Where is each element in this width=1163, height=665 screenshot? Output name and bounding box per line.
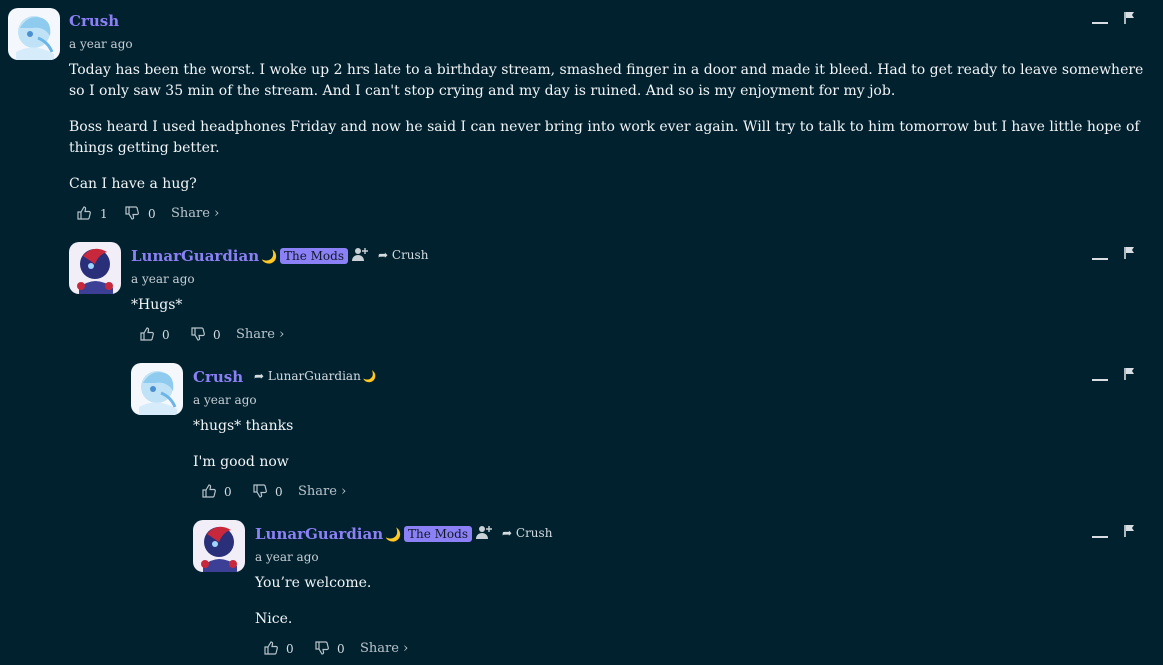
like-button[interactable] — [201, 483, 217, 499]
minimize-icon[interactable] — [1092, 379, 1108, 381]
add-user-icon[interactable] — [475, 524, 493, 540]
lunarguardian-avatar-image — [69, 242, 121, 294]
dislike-button[interactable] — [252, 483, 268, 499]
avatar[interactable] — [193, 520, 245, 572]
lunarguardian-avatar-image — [193, 520, 245, 572]
mod-badge: The Mods — [404, 526, 472, 542]
share-button[interactable]: Share › — [236, 327, 284, 342]
mod-badge: The Mods — [280, 248, 348, 264]
author-name[interactable]: Crush — [69, 12, 119, 30]
minimize-icon[interactable] — [1092, 258, 1108, 260]
comment-actions: 0 0 Share › — [139, 326, 339, 344]
moon-icon: 🌙 — [261, 250, 278, 265]
like-button[interactable] — [263, 640, 279, 656]
moon-icon: 🌙 — [385, 528, 402, 543]
dislike-count: 0 — [148, 207, 156, 221]
dislike-count: 0 — [275, 485, 283, 499]
thumbs-up-icon — [77, 206, 91, 220]
comment-actions: 0 0 Share › — [263, 640, 463, 658]
like-count: 0 — [286, 642, 294, 656]
reply-to-name: LunarGuardian — [267, 369, 361, 383]
thumbs-down-icon — [125, 206, 139, 220]
like-count: 0 — [224, 485, 232, 499]
moon-icon: 🌙 — [362, 370, 377, 383]
author-name[interactable]: LunarGuardian 🌙 — [131, 247, 277, 265]
dislike-count: 0 — [213, 328, 221, 342]
flag-icon[interactable] — [1124, 524, 1136, 538]
crush-avatar-image — [131, 363, 183, 415]
reply-to[interactable]: ➦ Crush — [378, 248, 428, 262]
like-count: 1 — [100, 207, 108, 221]
crush-avatar-image — [8, 8, 60, 60]
author-name[interactable]: LunarGuardian 🌙 — [255, 525, 401, 543]
share-button[interactable]: Share › — [298, 484, 346, 499]
flag-icon[interactable] — [1124, 246, 1136, 260]
comment-paragraph: Can I have a hug? — [69, 176, 197, 192]
like-button[interactable] — [76, 205, 92, 221]
reply-arrow-icon: ➦ — [254, 369, 265, 383]
comment-paragraph: You’re welcome. — [255, 575, 372, 591]
comment-actions: 0 0 Share › — [201, 483, 401, 501]
dislike-button[interactable] — [124, 205, 140, 221]
thumbs-up-icon — [264, 641, 278, 655]
dislike-button[interactable] — [314, 640, 330, 656]
like-button[interactable] — [139, 326, 155, 342]
comment-paragraph: Today has been the worst. I woke up 2 hr… — [69, 62, 1144, 99]
reply-arrow-icon: ➦ — [502, 526, 513, 540]
add-user-icon[interactable] — [351, 246, 369, 262]
reply-to-name: Crush — [515, 526, 553, 540]
like-count: 0 — [162, 328, 170, 342]
comment-paragraph: *Hugs* — [131, 297, 183, 313]
reply-to-name: Crush — [391, 248, 429, 262]
author-name-text: LunarGuardian — [131, 247, 260, 265]
comment-paragraph: Boss heard I used headphones Friday and … — [69, 119, 1140, 156]
reply-to[interactable]: ➦ LunarGuardian 🌙 — [254, 369, 377, 383]
share-button[interactable]: Share › — [171, 206, 219, 221]
minimize-icon[interactable] — [1092, 22, 1108, 24]
timestamp[interactable]: a year ago — [255, 550, 319, 564]
minimize-icon[interactable] — [1092, 536, 1108, 538]
comment-paragraph: I'm good now — [193, 454, 289, 470]
comment-actions: 1 0 Share › — [76, 205, 276, 223]
reply-arrow-icon: ➦ — [378, 248, 389, 262]
dislike-button[interactable] — [190, 326, 206, 342]
avatar[interactable] — [131, 363, 183, 415]
timestamp[interactable]: a year ago — [131, 272, 195, 286]
thumbs-down-icon — [253, 484, 267, 498]
comment-paragraph: Nice. — [255, 611, 293, 627]
share-button[interactable]: Share › — [360, 641, 408, 656]
flag-icon[interactable] — [1124, 11, 1136, 25]
timestamp[interactable]: a year ago — [193, 393, 257, 407]
thumbs-down-icon — [315, 641, 329, 655]
thumbs-up-icon — [140, 327, 154, 341]
flag-icon[interactable] — [1124, 367, 1136, 381]
thumbs-down-icon — [191, 327, 205, 341]
avatar[interactable] — [69, 242, 121, 294]
avatar[interactable] — [8, 8, 60, 60]
reply-to[interactable]: ➦ Crush — [502, 526, 552, 540]
thumbs-up-icon — [202, 484, 216, 498]
comment-paragraph: *hugs* thanks — [193, 418, 294, 434]
author-name[interactable]: Crush — [193, 368, 243, 386]
dislike-count: 0 — [337, 642, 345, 656]
timestamp[interactable]: a year ago — [69, 37, 133, 51]
author-name-text: LunarGuardian — [255, 525, 384, 543]
